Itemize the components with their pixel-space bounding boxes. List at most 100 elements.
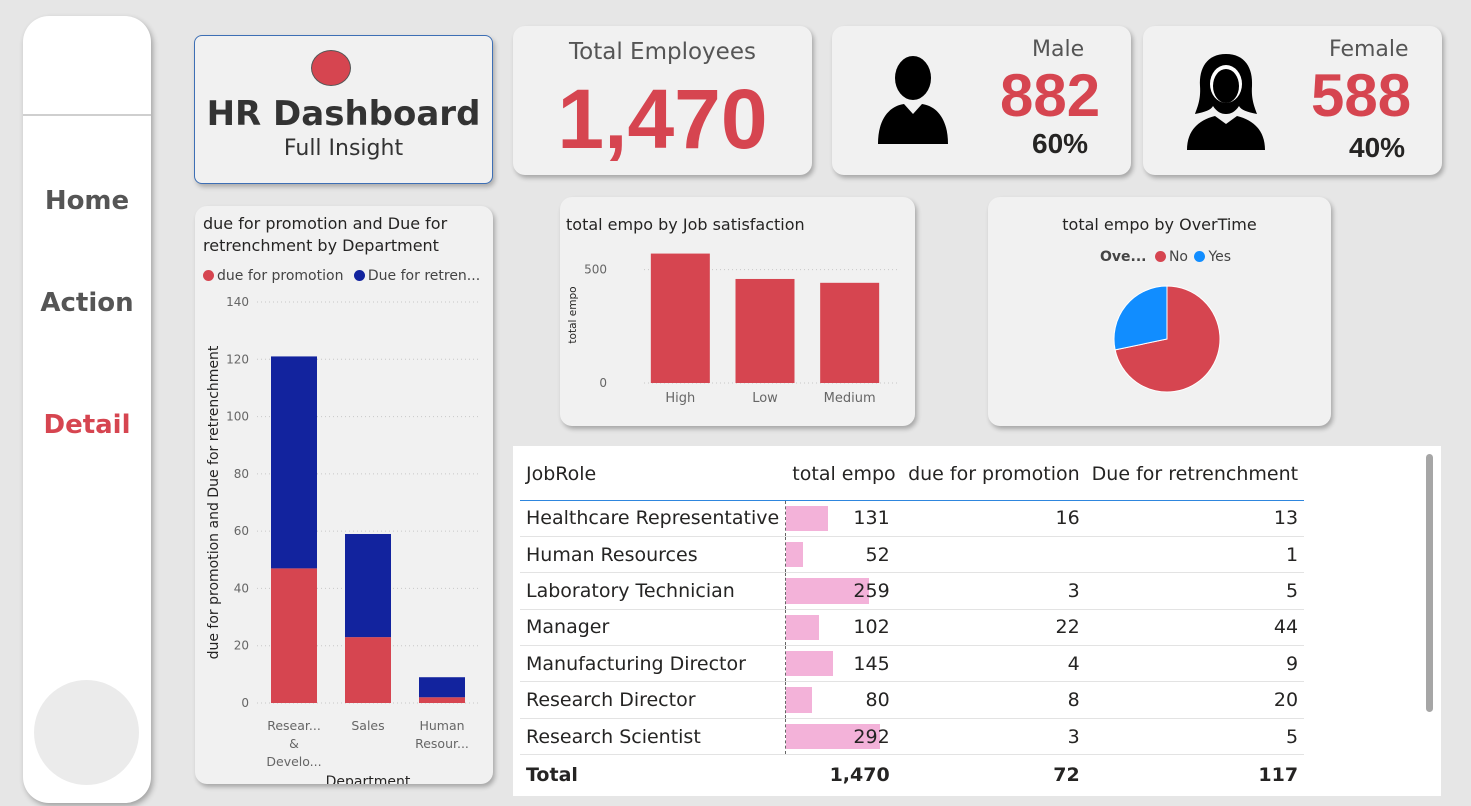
total-value: 1,470 [785, 754, 896, 795]
cell-jobrole: Manager [520, 609, 786, 647]
cell-promotion: 3 [895, 718, 1086, 756]
bar-promotion [271, 568, 317, 703]
jobrole-table: JobRole total empo due for promotion Due… [520, 448, 1305, 795]
table-body: Healthcare Representative 131 16 13 Human Re… [520, 500, 1305, 795]
cell-retrenchment: 20 [1085, 681, 1305, 719]
bar-job-satisfaction [650, 253, 710, 383]
kpi-male-value: 882 [1000, 62, 1101, 129]
cell-value: 131 [853, 507, 890, 530]
total-value: 117 [1085, 754, 1305, 795]
y-tick-label: 140 [226, 295, 249, 309]
cell-total-empo: 80 [785, 681, 896, 719]
cell-jobrole: Research Scientist [520, 718, 786, 756]
cell-promotion: 3 [895, 572, 1086, 610]
total-value: 72 [895, 754, 1086, 795]
cell-total-empo: 145 [785, 645, 896, 683]
kpi-male-pct: 60% [1032, 128, 1089, 159]
cell-promotion: 4 [895, 645, 1086, 683]
table-scrollbar[interactable] [1426, 454, 1433, 712]
cell-retrenchment: 1 [1085, 536, 1305, 574]
cell-value: 145 [853, 652, 890, 675]
title-card: HR Dashboard Full Insight [194, 35, 493, 184]
y-axis-label: total empo [567, 286, 579, 343]
kpi-female-value: 588 [1311, 62, 1412, 129]
table-row[interactable]: Research Scientist 292 3 5 [520, 718, 1305, 756]
col-header-retrenchment[interactable]: Due for retrenchment [1085, 448, 1305, 501]
bar-job-satisfaction [735, 278, 795, 383]
department-chart: 140 120 100 80 60 40 20 0 due for promotion and … [206, 295, 479, 784]
col-header-promotion[interactable]: due for promotion [895, 448, 1086, 501]
male-user-icon [878, 56, 948, 144]
nav-home[interactable]: Home [23, 186, 151, 216]
nav-detail[interactable]: Detail [23, 410, 151, 440]
kpi-female-label: Female [1329, 37, 1409, 62]
kpi-male-label: Male [1032, 37, 1085, 62]
cell-jobrole: Laboratory Technician [520, 572, 786, 610]
cell-value: 102 [853, 616, 890, 639]
x-tick-label: Medium [824, 391, 876, 406]
y-tick-label: 40 [234, 581, 249, 595]
bar-retrenchment [271, 356, 317, 569]
cell-retrenchment: 9 [1085, 645, 1305, 683]
circle-button[interactable] [34, 680, 139, 785]
table-header-row: JobRole total empo due for promotion Due… [520, 448, 1305, 501]
page-title: HR Dashboard [206, 94, 481, 134]
sidebar: Home Action Detail [23, 16, 151, 803]
table-row[interactable]: Healthcare Representative 131 16 13 [520, 500, 1305, 537]
total-label: Total [520, 754, 786, 795]
kpi-male-card: Male 882 60% [832, 26, 1131, 175]
cell-total-empo: 102 [785, 609, 896, 647]
cell-value: 80 [865, 689, 890, 712]
cell-promotion [895, 536, 1086, 574]
job-satisfaction-chart: 500 0 total empo High Low Medium [567, 253, 898, 406]
bar-job-satisfaction [820, 282, 880, 383]
x-tick-label: Resour... [415, 736, 469, 751]
x-tick-label: High [665, 391, 695, 406]
cell-jobrole: Research Director [520, 681, 786, 719]
sidebar-divider [23, 114, 151, 116]
table-row[interactable]: Human Resources 52 1 [520, 536, 1305, 574]
col-header-total[interactable]: total empo [785, 448, 896, 501]
x-tick-label: Develo... [266, 754, 321, 769]
table-row[interactable]: Manager 102 22 44 [520, 609, 1305, 647]
cell-promotion: 16 [895, 500, 1086, 537]
cell-retrenchment: 44 [1085, 609, 1305, 647]
table-row[interactable]: Laboratory Technician 259 3 5 [520, 572, 1305, 610]
table-total-row: Total 1,470 72 117 [520, 754, 1305, 795]
kpi-total-card: Total Employees 1,470 [513, 26, 812, 175]
cell-total-empo: 259 [785, 572, 896, 610]
x-tick-label: Sales [351, 718, 384, 733]
kpi-female-card: Female 588 40% [1143, 26, 1442, 175]
job-satisfaction-card: total empo by Job satisfaction 500 0 total… [560, 197, 915, 426]
cell-jobrole: Manufacturing Director [520, 645, 786, 683]
cell-value: 259 [853, 579, 890, 602]
cell-retrenchment: 5 [1085, 572, 1305, 610]
pie-slice-yes [1113, 285, 1168, 351]
cell-total-empo: 292 [785, 718, 896, 756]
y-tick-label: 20 [234, 639, 249, 653]
cell-retrenchment: 5 [1085, 718, 1305, 756]
col-header-jobrole[interactable]: JobRole [520, 448, 786, 501]
x-tick-label: & [289, 736, 299, 751]
cell-promotion: 8 [895, 681, 1086, 719]
kpi-total-value: 1,470 [557, 72, 768, 166]
kpi-female-pct: 40% [1349, 132, 1406, 163]
cell-promotion: 22 [895, 609, 1086, 647]
y-tick-label: 80 [234, 467, 249, 481]
logo-dot-icon [311, 50, 351, 86]
x-tick-label: Human [419, 718, 464, 733]
x-tick-label: Low [752, 391, 778, 406]
female-user-icon [1187, 54, 1265, 150]
y-tick-label: 100 [226, 410, 249, 424]
table-row[interactable]: Manufacturing Director 145 4 9 [520, 645, 1305, 683]
bar-retrenchment [419, 677, 465, 698]
page-subtitle: Full Insight [283, 136, 404, 161]
jobrole-table-visual: JobRole total empo due for promotion Due… [513, 446, 1441, 796]
bar-retrenchment [345, 534, 391, 638]
cell-retrenchment: 13 [1085, 500, 1305, 537]
nav-action[interactable]: Action [23, 288, 151, 318]
overtime-card: total empo by OverTime Ove... No Yes [988, 197, 1331, 426]
table-row[interactable]: Research Director 80 8 20 [520, 681, 1305, 719]
y-tick-label: 500 [584, 263, 607, 277]
department-chart-card: due for promotion and Due for retrenchme… [195, 206, 493, 784]
